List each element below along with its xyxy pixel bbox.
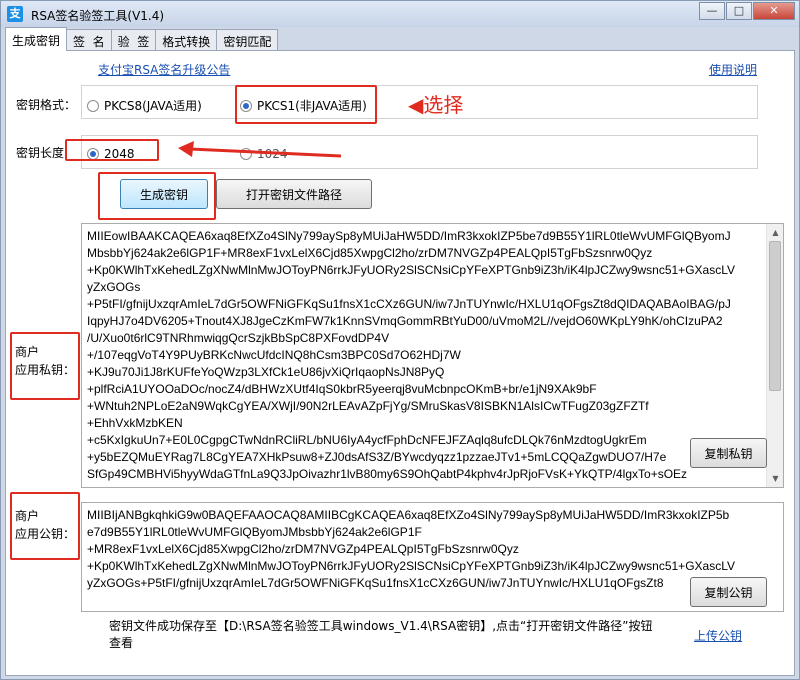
- private-key-scrollbar[interactable]: ▲ ▼: [766, 224, 783, 487]
- radio-pkcs8-label: PKCS8(JAVA适用): [104, 99, 202, 113]
- generate-key-panel: 支付宝RSA签名升级公告 使用说明 密钥格式： PKCS8(JAVA适用) PK…: [5, 50, 795, 676]
- private-key-label-line1: 商户: [15, 345, 40, 359]
- maximize-button[interactable]: □: [726, 2, 752, 20]
- private-key-line: +plfRciA1UYOOaDOc/nocZ4/dBHWzXUtf4IqS0kb…: [87, 382, 597, 396]
- window-title: RSA签名验签工具(V1.4): [31, 9, 165, 23]
- private-key-text: MIIEowIBAAKCAQEA6xaq8EfXZo4SlNy799aySp8y…: [87, 228, 765, 483]
- public-key-line: +MR8exF1vxLelX6Cjd85XwpgCl2ho/zrDM7NVGZp…: [87, 542, 519, 556]
- annotation-arrow-icon: ◀: [408, 93, 424, 117]
- open-key-path-button[interactable]: 打开密钥文件路径: [216, 179, 372, 209]
- private-key-line: +/107eqgVoT4Y9PUyBRKcNwcUfdcINQ8hCsm3BPC…: [87, 348, 461, 362]
- status-message: 密钥文件成功保存至【D:\RSA签名验签工具windows_V1.4\RSA密钥…: [109, 618, 652, 652]
- key-length-label: 密钥长度: [16, 146, 65, 160]
- private-key-line: +y5bEZQMuEYRag7L8CgYEA7XHkPsuw8+ZJ0dsAfS…: [87, 450, 667, 464]
- radio-pkcs8-indicator: [87, 99, 99, 112]
- title-bar[interactable]: 支 RSA签名验签工具(V1.4) — □ ✕: [1, 1, 799, 27]
- tab-key-match[interactable]: 密钥匹配: [216, 29, 279, 51]
- tab-format-convert[interactable]: 格式转换: [155, 29, 218, 51]
- private-key-line: /U/Xuo0t6rlC9TNRhmwiqgQcrSzjkBbSpC8PXFov…: [87, 331, 390, 345]
- generate-key-button[interactable]: 生成密钥: [120, 179, 208, 209]
- private-key-line: MIIEowIBAAKCAQEA6xaq8EfXZo4SlNy799aySp8y…: [87, 229, 731, 243]
- private-key-line: SfGp49CMBHVi5hyyWdaGTfnLa9Q3JpOivazhr1lv…: [87, 467, 688, 481]
- private-key-line: +EhhVxkMzbKEN: [87, 416, 183, 430]
- status-line2: 查看: [109, 636, 134, 650]
- private-key-textarea[interactable]: MIIEowIBAAKCAQEA6xaq8EfXZo4SlNy799aySp8y…: [81, 223, 784, 488]
- public-key-line: e7d9B55Y1lRL0tleWvUMFGlQByomJMbsbbYj624a…: [87, 525, 422, 539]
- app-window: 支 RSA签名验签工具(V1.4) — □ ✕ 生成密钥 签 名 验 签 格式转…: [0, 0, 800, 680]
- private-key-label-line2: 应用私钥：: [15, 363, 76, 377]
- private-key-line: +WNtuh2NPLoE2aN9WqkCgYEA/XWjI/90N2rLEAvA…: [87, 399, 649, 413]
- copy-public-key-button[interactable]: 复制公钥: [690, 577, 767, 607]
- status-line1: 密钥文件成功保存至【D:\RSA签名验签工具windows_V1.4\RSA密钥…: [109, 619, 653, 633]
- public-key-label-line2: 应用公钥：: [15, 527, 76, 541]
- public-key-label-line1: 商户: [15, 509, 40, 523]
- tab-sign[interactable]: 签 名: [66, 29, 112, 51]
- copy-private-key-button[interactable]: 复制私钥: [690, 438, 767, 468]
- upgrade-notice-link[interactable]: 支付宝RSA签名升级公告: [98, 61, 230, 78]
- private-key-line: +KJ9u70Ji1J8rKUFfeYoQWzp3LXfCk1eU86jvXiQ…: [87, 365, 445, 379]
- radio-pkcs1-indicator: [240, 99, 252, 112]
- tab-generate-key[interactable]: 生成密钥: [5, 27, 68, 51]
- tab-bar: 生成密钥 签 名 验 签 格式转换 密钥匹配: [5, 27, 279, 51]
- annotation-select-text: ◀选择: [408, 89, 463, 118]
- private-key-label: 商户 应用私钥：: [15, 343, 75, 379]
- radio-pkcs1[interactable]: PKCS1(非JAVA适用): [240, 97, 367, 114]
- scroll-up-icon[interactable]: ▲: [770, 227, 781, 238]
- private-key-line: yZxGOGs: [87, 280, 141, 294]
- radio-pkcs1-label: PKCS1(非JAVA适用): [257, 99, 367, 113]
- public-key-line: MIIBIjANBgkqhkiG9w0BAQEFAAOCAQ8AMIIBCgKC…: [87, 508, 730, 522]
- close-button[interactable]: ✕: [753, 2, 795, 20]
- private-key-line: +c5KxIgkuUn7+E0L0CgpgCTwNdnRCliRL/bNU6Iy…: [87, 433, 647, 447]
- annotation-arrow-icon-2: [178, 141, 342, 158]
- public-key-text: MIIBIjANBgkqhkiG9w0BAQEFAAOCAQ8AMIIBCgKC…: [87, 507, 765, 592]
- alipay-logo-icon: 支: [7, 6, 23, 22]
- radio-pkcs8[interactable]: PKCS8(JAVA适用): [87, 97, 202, 114]
- private-key-line: +Kp0KWlhTxKehedLZgXNwMlnMwJOToyPN6rrkJFy…: [87, 263, 735, 277]
- public-key-label: 商户 应用公钥：: [15, 507, 75, 543]
- public-key-textarea[interactable]: MIIBIjANBgkqhkiG9w0BAQEFAAOCAQ8AMIIBCgKC…: [81, 502, 784, 612]
- window-controls: — □ ✕: [698, 2, 795, 20]
- manual-link[interactable]: 使用说明: [709, 61, 757, 78]
- annotation-select-label: 选择: [423, 93, 464, 117]
- radio-2048-label: 2048: [104, 147, 135, 161]
- private-key-line: IqpyHJ7o4DV6205+Tnout4XJ8JgeCzKmFW7k1Knn…: [87, 314, 723, 328]
- tab-verify[interactable]: 验 签: [110, 29, 157, 51]
- radio-2048-indicator: [87, 148, 99, 160]
- scroll-thumb[interactable]: [769, 241, 781, 391]
- scroll-down-icon[interactable]: ▼: [770, 473, 781, 484]
- public-key-line: yZxGOGs+P5tFI/gfnijUxzqrAmIeL7dGr5OWFNiG…: [87, 576, 664, 590]
- key-format-label: 密钥格式：: [16, 98, 77, 112]
- upload-public-key-link[interactable]: 上传公钥: [694, 627, 742, 644]
- public-key-line: +Kp0KWlhTxKehedLZgXNwMlnMwJOToyPN6rrkJFy…: [87, 559, 735, 573]
- minimize-button[interactable]: —: [699, 2, 725, 20]
- radio-2048[interactable]: 2048: [87, 147, 135, 161]
- private-key-line: +P5tFI/gfnijUxzqrAmIeL7dGr5OWFNiGFKqSu1f…: [87, 297, 731, 311]
- private-key-line: MbsbbYj624ak2e6lGP1F+MR8exF1vxLelX6Cjd85…: [87, 246, 653, 260]
